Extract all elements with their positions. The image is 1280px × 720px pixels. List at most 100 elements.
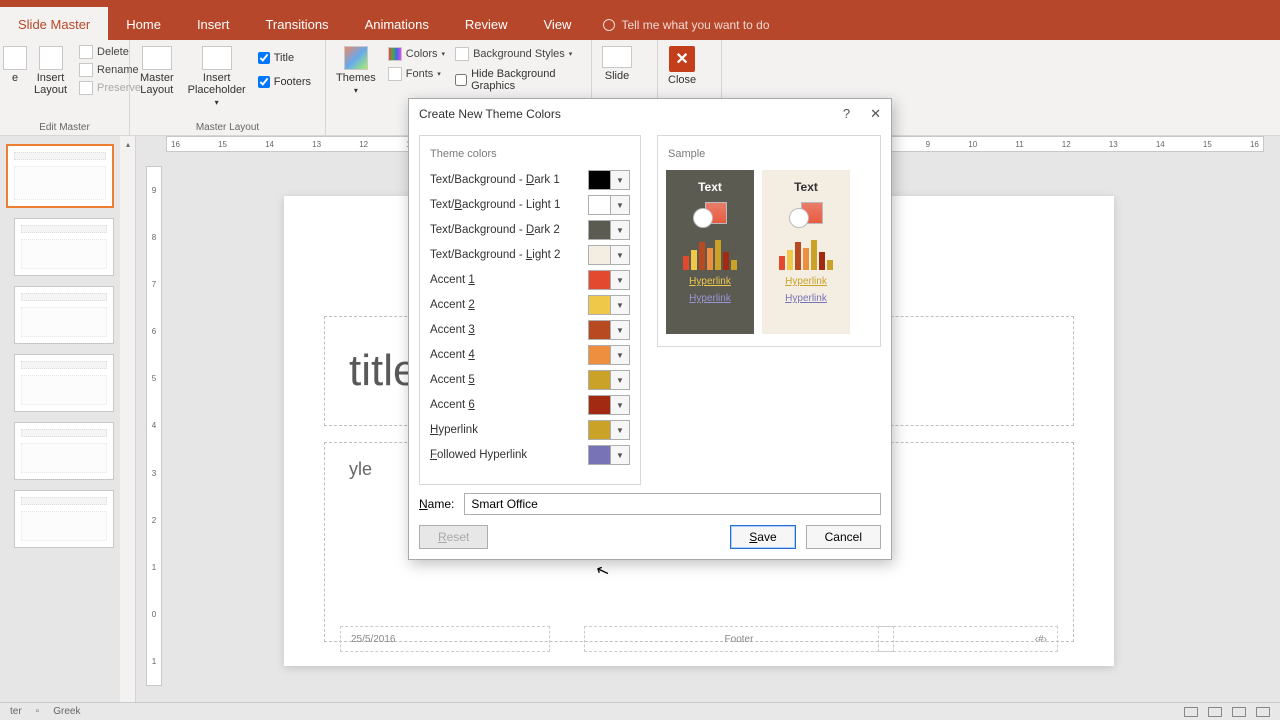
layout-thumbnail[interactable] [14, 422, 114, 480]
theme-name-input[interactable] [464, 493, 881, 515]
master-layout-button[interactable]: Master Layout [136, 44, 178, 98]
color-picker-button[interactable]: ▼ [588, 395, 630, 415]
color-label: Accent 6 [430, 399, 475, 411]
chevron-down-icon: ▼ [611, 446, 629, 464]
colors-dropdown[interactable]: Colors ▾ [386, 46, 447, 62]
status-divider-icon: ▫ [36, 706, 40, 717]
lightbulb-icon [603, 19, 615, 31]
tab-slide-master[interactable]: Slide Master [0, 7, 108, 40]
chevron-down-icon: ▼ [611, 346, 629, 364]
close-master-button[interactable]: ✕Close [664, 44, 700, 88]
color-row: Text/Background - Dark 1 ▼ [430, 170, 630, 190]
theme-colors-label: Theme colors [430, 148, 632, 160]
help-icon[interactable]: ? [843, 106, 850, 122]
footers-checkbox[interactable]: Footers [256, 74, 313, 90]
slide-number-placeholder[interactable]: ‹#› [878, 626, 1058, 652]
sample-panel: Sample Text Hyperlink Hyperlink Text Hyp… [657, 135, 881, 347]
create-theme-colors-dialog: Create New Theme Colors ? ✕ Theme colors… [408, 98, 892, 560]
color-label: Accent 1 [430, 274, 475, 286]
fonts-dropdown[interactable]: Fonts ▾ [386, 66, 447, 82]
color-label: Text/Background - Light 2 [430, 249, 560, 261]
color-label: Text/Background - Dark 1 [430, 174, 560, 186]
chevron-down-icon: ▼ [611, 371, 629, 389]
sample-light-card: Text Hyperlink Hyperlink [762, 170, 850, 334]
chevron-down-icon: ▼ [611, 246, 629, 264]
chevron-down-icon: ▼ [611, 171, 629, 189]
dialog-title: Create New Theme Colors [419, 107, 561, 121]
chevron-down-icon: ▼ [611, 271, 629, 289]
normal-view-icon[interactable] [1184, 707, 1198, 717]
sorter-view-icon[interactable] [1208, 707, 1222, 717]
color-label: Accent 3 [430, 324, 475, 336]
vertical-ruler: 98765432101 [146, 166, 162, 686]
color-row: Text/Background - Light 2 ▼ [430, 245, 630, 265]
slide-size-button[interactable]: Slide [598, 44, 636, 84]
color-label: Text/Background - Dark 2 [430, 224, 560, 236]
themes-button[interactable]: Themes▾ [332, 44, 380, 97]
color-picker-button[interactable]: ▼ [588, 295, 630, 315]
color-picker-button[interactable]: ▼ [588, 445, 630, 465]
color-picker-button[interactable]: ▼ [588, 195, 630, 215]
cut-slide-button[interactable]: e [6, 44, 24, 86]
color-label: Followed Hyperlink [430, 449, 527, 461]
color-picker-button[interactable]: ▼ [588, 320, 630, 340]
color-picker-button[interactable]: ▼ [588, 245, 630, 265]
layout-thumbnail[interactable] [14, 218, 114, 276]
close-icon: ✕ [669, 46, 695, 72]
insert-layout-button[interactable]: Insert Layout [30, 44, 71, 98]
color-picker-button[interactable]: ▼ [588, 345, 630, 365]
footer-placeholder[interactable]: Footer [584, 626, 894, 652]
color-label: Accent 5 [430, 374, 475, 386]
color-row: Accent 4 ▼ [430, 345, 630, 365]
tab-transitions[interactable]: Transitions [247, 7, 346, 40]
tab-view[interactable]: View [526, 7, 590, 40]
chevron-down-icon: ▼ [611, 196, 629, 214]
insert-placeholder-button[interactable]: Insert Placeholder▾ [184, 44, 250, 109]
color-row: Text/Background - Dark 2 ▼ [430, 220, 630, 240]
thumbnail-scrollbar[interactable]: ▴ [120, 136, 136, 702]
reading-view-icon[interactable] [1232, 707, 1246, 717]
color-row: Text/Background - Light 1 ▼ [430, 195, 630, 215]
hide-bg-checkbox[interactable]: Hide Background Graphics [453, 66, 585, 94]
status-ter: ter [10, 706, 22, 717]
color-picker-button[interactable]: ▼ [588, 370, 630, 390]
color-picker-button[interactable]: ▼ [588, 270, 630, 290]
color-picker-button[interactable]: ▼ [588, 420, 630, 440]
layout-thumbnail[interactable] [14, 286, 114, 344]
color-row: Accent 1 ▼ [430, 270, 630, 290]
chevron-down-icon: ▼ [611, 396, 629, 414]
slideshow-view-icon[interactable] [1256, 707, 1270, 717]
tell-me-label: Tell me what you want to do [621, 18, 769, 32]
scroll-up-icon[interactable]: ▴ [120, 136, 136, 152]
layout-thumbnail[interactable] [14, 354, 114, 412]
chevron-down-icon: ▼ [611, 221, 629, 239]
color-label: Text/Background - Light 1 [430, 199, 560, 211]
color-row: Accent 3 ▼ [430, 320, 630, 340]
date-placeholder[interactable]: 25/5/2016 [340, 626, 550, 652]
color-row: Accent 2 ▼ [430, 295, 630, 315]
status-bar: ter ▫ Greek [0, 702, 1280, 720]
color-label: Accent 4 [430, 349, 475, 361]
sample-label: Sample [668, 148, 872, 160]
bg-styles-dropdown[interactable]: Background Styles ▾ [453, 46, 585, 62]
color-row: Followed Hyperlink ▼ [430, 445, 630, 465]
group-master-layout: Master Layout [130, 122, 325, 133]
theme-colors-panel: Theme colors Text/Background - Dark 1 ▼T… [419, 135, 641, 485]
group-edit-master: Edit Master [0, 122, 129, 133]
sample-dark-card: Text Hyperlink Hyperlink [666, 170, 754, 334]
color-picker-button[interactable]: ▼ [588, 220, 630, 240]
tab-insert[interactable]: Insert [179, 7, 248, 40]
title-checkbox[interactable]: Title [256, 50, 313, 66]
tab-review[interactable]: Review [447, 7, 526, 40]
cancel-button[interactable]: Cancel [806, 525, 881, 549]
tab-home[interactable]: Home [108, 7, 179, 40]
color-picker-button[interactable]: ▼ [588, 170, 630, 190]
close-icon[interactable]: ✕ [870, 106, 881, 122]
reset-button[interactable]: Reset [419, 525, 488, 549]
chevron-down-icon: ▼ [611, 321, 629, 339]
layout-thumbnail[interactable] [14, 490, 114, 548]
master-thumbnail[interactable] [6, 144, 114, 208]
tell-me[interactable]: Tell me what you want to do [589, 10, 783, 40]
save-button[interactable]: Save [730, 525, 795, 549]
tab-animations[interactable]: Animations [347, 7, 447, 40]
